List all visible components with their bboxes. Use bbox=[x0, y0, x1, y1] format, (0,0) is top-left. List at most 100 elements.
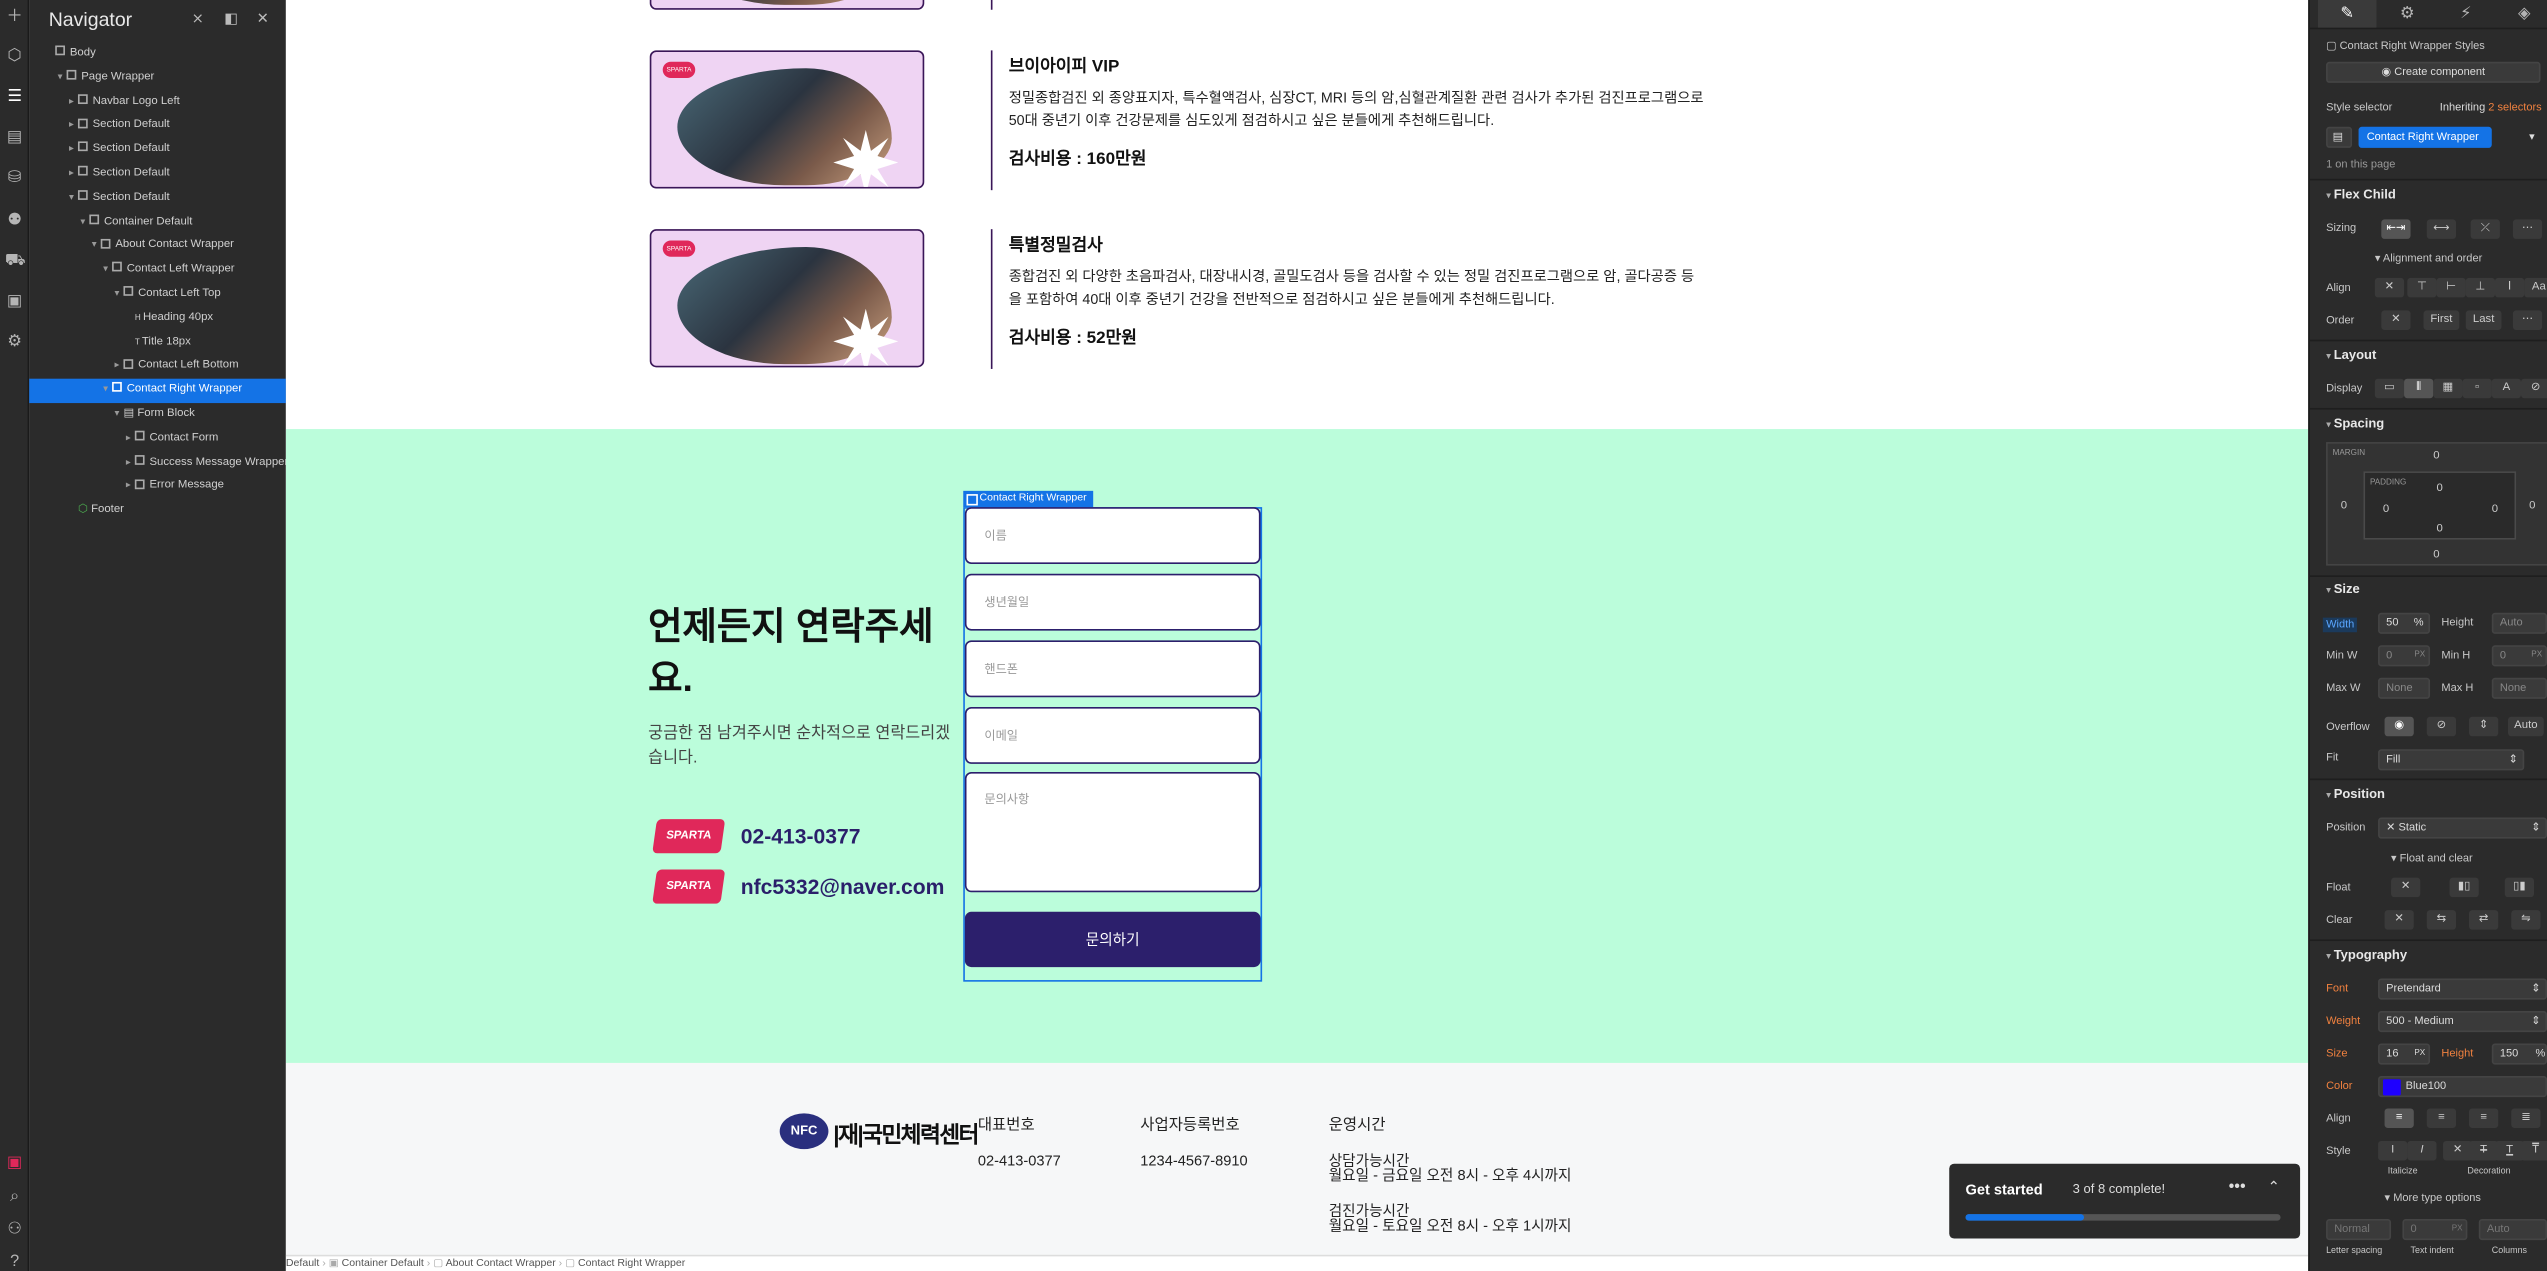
navigator-node[interactable]: Body bbox=[29, 42, 286, 66]
navigator-node[interactable]: T Title 18px bbox=[29, 331, 286, 355]
caret-collapsed-icon[interactable]: ▸ bbox=[65, 138, 78, 162]
mobile-field[interactable]: 핸드폰 bbox=[964, 640, 1261, 698]
margin-right[interactable]: 0 bbox=[2529, 501, 2535, 512]
inquiry-field[interactable]: 문의사항 bbox=[964, 772, 1261, 893]
submit-button[interactable]: 문의하기 bbox=[964, 911, 1261, 968]
breadcrumb-item[interactable]: Contact Right Wrapper bbox=[578, 1258, 685, 1269]
collapse-all-icon[interactable]: ⨯ bbox=[192, 10, 204, 28]
selector-icon[interactable]: ▤ bbox=[2326, 126, 2353, 148]
caret-expanded-icon[interactable]: ▾ bbox=[99, 259, 112, 283]
spacing-header[interactable]: Spacing bbox=[2326, 416, 2385, 431]
margin-box[interactable]: MARGIN 0 0 0 0 PADDING 0 0 0 0 bbox=[2326, 442, 2547, 566]
padding-box[interactable]: PADDING 0 0 0 0 bbox=[2363, 471, 2517, 540]
breadcrumb-item[interactable]: About Contact Wrapper bbox=[446, 1258, 556, 1269]
columns-input[interactable]: Auto bbox=[2478, 1218, 2547, 1241]
float-none-button[interactable]: ✕ bbox=[2391, 877, 2421, 898]
name-field[interactable]: 이름 bbox=[964, 507, 1261, 564]
caret-expanded-icon[interactable]: ▾ bbox=[110, 403, 123, 427]
assets-icon[interactable]: ▣ bbox=[5, 293, 24, 313]
navigator-node[interactable]: H Heading 40px bbox=[29, 307, 286, 331]
display-inline-button[interactable]: A bbox=[2491, 378, 2522, 399]
caret-expanded-icon[interactable]: ▾ bbox=[54, 66, 67, 90]
close-icon[interactable]: ✕ bbox=[257, 10, 269, 28]
caret-collapsed-icon[interactable]: ▸ bbox=[122, 451, 135, 475]
pages-icon[interactable]: ▤ bbox=[5, 128, 24, 148]
float-left-button[interactable]: ▮▯ bbox=[2449, 877, 2479, 898]
text-align-left-icon[interactable]: ≡ bbox=[2384, 1108, 2414, 1128]
caret-collapsed-icon[interactable]: ▸ bbox=[65, 163, 78, 187]
birthdate-field[interactable]: 생년월일 bbox=[964, 573, 1261, 631]
text-align-right-icon[interactable]: ≡ bbox=[2469, 1108, 2499, 1128]
email-field[interactable]: 이메일 bbox=[964, 707, 1261, 764]
position-header[interactable]: Position bbox=[2326, 787, 2385, 802]
selection-label[interactable]: Contact Right Wrapper bbox=[963, 490, 1094, 508]
contact-section[interactable]: 언제든지 연락주세요. 궁금한 점 남겨주시면 순차적으로 연락드리겠습니다. … bbox=[285, 429, 2309, 1063]
navigator-node[interactable]: ▾ Contact Left Top bbox=[29, 283, 286, 307]
contact-email[interactable]: nfc5332@naver.com bbox=[741, 874, 945, 898]
padding-top[interactable]: 0 bbox=[2437, 483, 2443, 494]
font-size-input[interactable]: 16 PX bbox=[2378, 1043, 2431, 1065]
align-stretch-button[interactable]: Ⅰ bbox=[2495, 277, 2525, 298]
interactions-icon[interactable]: ⚡ bbox=[2456, 5, 2475, 25]
height-input[interactable]: Auto bbox=[2491, 612, 2547, 634]
padding-left[interactable]: 0 bbox=[2383, 504, 2389, 515]
caret-expanded-icon[interactable]: ▾ bbox=[65, 187, 78, 211]
letter-spacing-input[interactable]: Normal bbox=[2326, 1218, 2392, 1241]
float-right-button[interactable]: ▯▮ bbox=[2504, 877, 2535, 898]
caret-expanded-icon[interactable]: ▾ bbox=[110, 283, 123, 307]
underline-icon[interactable]: T bbox=[2495, 1140, 2525, 1161]
overline-icon[interactable]: T bbox=[2521, 1140, 2547, 1161]
caret-collapsed-icon[interactable]: ▸ bbox=[122, 427, 135, 451]
audit-icon[interactable]: ⚇ bbox=[5, 1221, 24, 1241]
text-align-center-icon[interactable]: ≡ bbox=[2426, 1108, 2457, 1128]
navigator-node[interactable]: ▸ Section Default bbox=[29, 114, 286, 138]
navigator-node[interactable]: ▾ Contact Right Wrapper bbox=[29, 379, 286, 404]
navigator-node[interactable]: ▸ Navbar Logo Left bbox=[29, 90, 286, 114]
record-icon[interactable]: ▣ bbox=[5, 1154, 24, 1174]
clear-none-button[interactable]: ✕ bbox=[2384, 910, 2414, 930]
width-input[interactable]: 50 % bbox=[2378, 612, 2431, 634]
overflow-hidden-icon[interactable]: ⊘ bbox=[2426, 716, 2457, 737]
clear-left-button[interactable]: ⇆ bbox=[2426, 910, 2457, 930]
more-icon[interactable]: ⋯ bbox=[2512, 219, 2543, 239]
font-select[interactable]: Pretendard ⇕ bbox=[2378, 978, 2547, 1000]
selector-chip[interactable]: Contact Right Wrapper bbox=[2358, 126, 2492, 148]
navigator-node[interactable]: ▾ ▤ Form Block bbox=[29, 403, 286, 427]
navigator-node[interactable]: ▾ Section Default bbox=[29, 187, 286, 211]
navigator-node[interactable]: ▸ Error Message bbox=[29, 475, 286, 499]
navigator-node[interactable]: ▾ Container Default bbox=[29, 211, 286, 235]
help-icon[interactable]: ? bbox=[5, 1253, 24, 1271]
dock-icon[interactable]: ◧ bbox=[224, 10, 238, 28]
text-indent-input[interactable]: 0 PX bbox=[2402, 1218, 2468, 1241]
element-settings-icon[interactable]: ⚙ bbox=[2398, 5, 2417, 25]
fit-select[interactable]: Fill ⇕ bbox=[2378, 749, 2525, 771]
min-height-input[interactable]: 0 PX bbox=[2491, 645, 2547, 667]
max-height-input[interactable]: None bbox=[2491, 677, 2547, 699]
display-inline-block-button[interactable]: ▫ bbox=[2462, 378, 2492, 399]
align-center-button[interactable]: ⊢ bbox=[2436, 277, 2466, 298]
color-picker[interactable]: Blue100 bbox=[2378, 1075, 2547, 1098]
caret-expanded-icon[interactable]: ▾ bbox=[76, 211, 89, 235]
align-start-button[interactable]: ⊤ bbox=[2407, 277, 2437, 298]
inheriting-label[interactable]: Inheriting 2 selectors bbox=[2440, 102, 2542, 113]
chevron-down-icon[interactable]: ▾ bbox=[2529, 130, 2535, 143]
components-icon[interactable]: ⬡ bbox=[5, 47, 24, 67]
margin-top[interactable]: 0 bbox=[2433, 450, 2439, 461]
max-width-input[interactable]: None bbox=[2378, 677, 2431, 699]
navigator-node[interactable]: ▾ About Contact Wrapper bbox=[29, 235, 286, 259]
align-none-button[interactable]: ✕ bbox=[2374, 277, 2405, 298]
cms-icon[interactable]: ⛁ bbox=[5, 169, 24, 189]
navigator-node[interactable]: ▾ Contact Left Wrapper bbox=[29, 259, 286, 283]
breadcrumb-item[interactable]: Default bbox=[286, 1258, 319, 1269]
users-icon[interactable]: ⚉ bbox=[5, 211, 24, 231]
more-icon[interactable]: ••• bbox=[2229, 1178, 2246, 1196]
display-flex-button[interactable]: ⫴ bbox=[2404, 378, 2434, 399]
order-none-button[interactable]: ✕ bbox=[2381, 310, 2411, 330]
more-type-options-toggle[interactable]: ▾ More type options bbox=[2385, 1191, 2481, 1204]
caret-collapsed-icon[interactable]: ▸ bbox=[122, 475, 135, 499]
navigator-node[interactable]: ▸ Section Default bbox=[29, 138, 286, 162]
overflow-auto-button[interactable]: Auto bbox=[2508, 716, 2544, 737]
margin-left[interactable]: 0 bbox=[2341, 501, 2347, 512]
clear-right-button[interactable]: ⇄ bbox=[2469, 910, 2499, 930]
navigator-node[interactable]: ▸ Section Default bbox=[29, 163, 286, 187]
